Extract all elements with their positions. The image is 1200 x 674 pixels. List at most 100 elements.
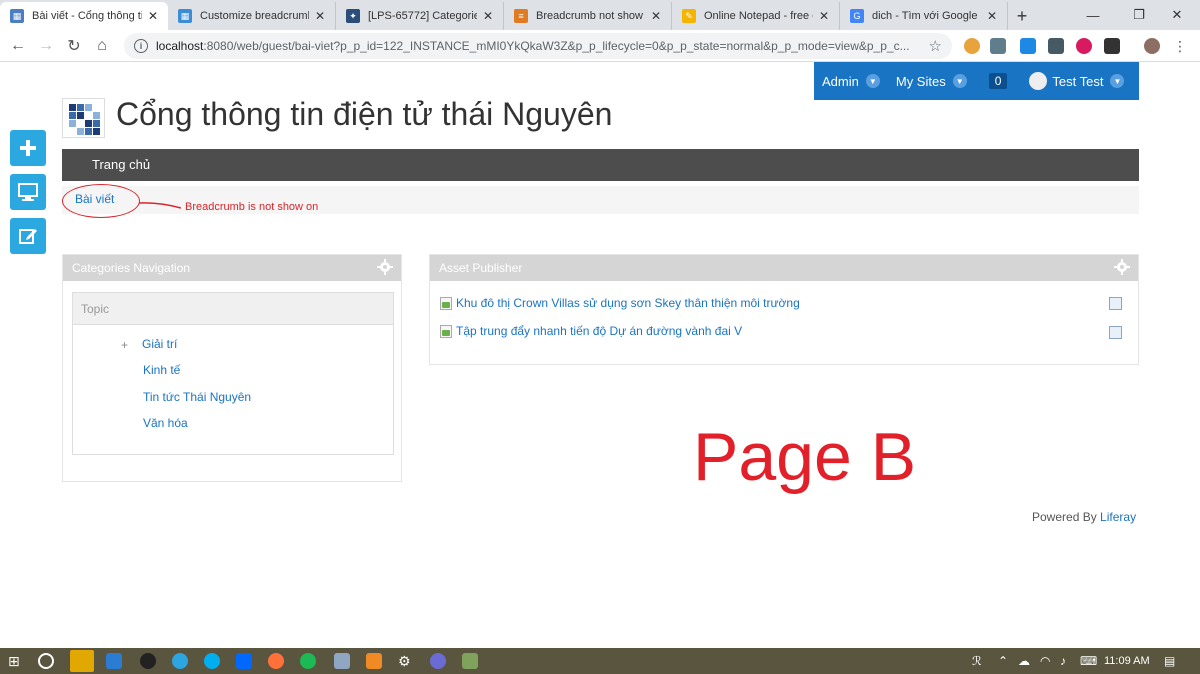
monitor-icon (18, 183, 38, 201)
liferay-link[interactable]: Liferay (1100, 510, 1136, 524)
expand-plus-icon[interactable]: + (121, 338, 128, 352)
new-tab-button[interactable]: + (1008, 2, 1036, 30)
user-avatar (1029, 72, 1048, 90)
jira-favicon-icon: ✦ (346, 9, 360, 23)
browser-tab-strip: ▦ Bài viết - Cổng thông ti ✕ ▦ Customize… (0, 0, 1200, 30)
tab-title: dich - Tìm với Google (872, 10, 978, 22)
vscode-taskbar-icon[interactable] (106, 653, 122, 669)
close-window-icon[interactable]: ✕ (1154, 0, 1200, 30)
spotify-taskbar-icon[interactable] (300, 653, 316, 669)
my-sites-menu[interactable]: My Sites ▼ (888, 74, 975, 89)
address-bar[interactable]: i localhost:8080/web/guest/bai-viet?p_p_… (124, 33, 952, 59)
onedrive-cloud-icon[interactable]: ☁ (1018, 654, 1030, 668)
close-icon[interactable]: ✕ (313, 9, 327, 23)
cookie-extension-icon[interactable] (964, 38, 980, 54)
category-item-tin-tuc-thai-nguyen[interactable]: Tin tức Thái Nguyên (143, 390, 251, 404)
powered-by-footer: Powered By Liferay (1032, 510, 1137, 524)
close-icon[interactable]: ✕ (985, 9, 999, 23)
tab-google-search[interactable]: G dich - Tìm với Google ✕ (840, 2, 1008, 30)
site-favicon-icon: ▦ (10, 9, 24, 23)
category-item-van-hoa[interactable]: Văn hóa (143, 416, 188, 430)
photos-taskbar-icon[interactable] (334, 653, 350, 669)
reload-icon[interactable]: ↻ (60, 32, 88, 60)
page-label-annotation: Page B (693, 419, 917, 495)
gear-icon[interactable] (377, 259, 393, 275)
skype-taskbar-icon[interactable] (204, 653, 220, 669)
shield-extension-icon[interactable] (1048, 38, 1064, 54)
liferay-admin-bar: Admin ▼ My Sites ▼ 0 Test Test ▼ (814, 62, 1139, 100)
xampp-taskbar-icon[interactable] (366, 653, 382, 669)
tab-title: [LPS-65772] Categorie (368, 10, 477, 22)
gear-icon[interactable] (1114, 259, 1130, 275)
edit-asset-icon[interactable] (1109, 326, 1122, 339)
drop-extension-icon[interactable] (1020, 38, 1036, 54)
settings-gear-icon[interactable]: ⚙ (398, 653, 414, 669)
language-icon[interactable]: ⌨ (1080, 654, 1097, 668)
unity-taskbar-icon[interactable] (140, 653, 156, 669)
site-logo[interactable] (62, 98, 105, 138)
chevron-up-icon[interactable]: ⌃ (998, 654, 1008, 668)
tab-customize-breadcrumb[interactable]: ▦ Customize breadcrumb ✕ (168, 2, 336, 30)
document-icon (440, 296, 452, 310)
app-taskbar-icon[interactable] (462, 653, 478, 669)
eclipse-taskbar-icon[interactable] (430, 653, 446, 669)
volume-icon[interactable]: ♪ (1060, 654, 1066, 668)
back-arrow-icon[interactable]: ← (4, 32, 32, 60)
tab-bai-viet[interactable]: ▦ Bài viết - Cổng thông ti ✕ (0, 2, 168, 30)
browser-toolbar: ← → ↻ ⌂ i localhost:8080/web/guest/bai-v… (0, 30, 1200, 62)
zalo-taskbar-icon[interactable] (236, 653, 252, 669)
main-navigation: Trang chủ (62, 149, 1139, 181)
windows-taskbar: ⊞ ⚙ ℛ ⌃ ☁ ◠ ♪ ⌨ 11:09 AM ▤ (0, 648, 1200, 674)
wifi-icon[interactable]: ◠ (1040, 654, 1050, 668)
cortana-icon[interactable] (38, 653, 54, 669)
asset-entry[interactable]: Tập trung đẩy nhanh tiến độ Dự án đường … (440, 324, 742, 338)
windows-start-icon[interactable]: ⊞ (8, 653, 24, 669)
notification-count-badge[interactable]: 0 (988, 73, 1008, 89)
menu-kebab-icon[interactable]: ⋮ (1172, 38, 1188, 54)
home-icon[interactable]: ⌂ (88, 32, 116, 60)
telegram-taskbar-icon[interactable] (172, 653, 188, 669)
topic-header[interactable]: Topic (73, 293, 393, 325)
asset-entry[interactable]: Khu đô thị Crown Villas sử dụng sơn Skey… (440, 296, 800, 310)
tab-lps-65772[interactable]: ✦ [LPS-65772] Categorie ✕ (336, 2, 504, 30)
cast-extension-icon[interactable] (1104, 38, 1120, 54)
user-menu[interactable]: Test Test ▼ (1021, 72, 1132, 90)
tab-title: Online Notepad - free o (704, 10, 813, 22)
edit-pencil-icon (19, 229, 37, 244)
tab-online-notepad[interactable]: ✎ Online Notepad - free o ✕ (672, 2, 840, 30)
system-clock[interactable]: 11:09 AM (1104, 655, 1150, 667)
edit-asset-icon[interactable] (1109, 297, 1122, 310)
admin-menu[interactable]: Admin ▼ (814, 74, 888, 89)
category-item-kinh-te[interactable]: Kinh tế (143, 363, 180, 377)
notepad-favicon-icon: ✎ (682, 9, 696, 23)
notification-center-icon[interactable]: ▤ (1164, 654, 1175, 668)
close-icon[interactable]: ✕ (146, 9, 160, 23)
edit-controls-button[interactable] (10, 218, 46, 254)
site-title: Cổng thông tin điện tử thái Nguyên (116, 96, 613, 132)
topic-panel: Topic (72, 292, 394, 455)
moon-extension-icon[interactable] (1076, 38, 1092, 54)
nav-item-home[interactable]: Trang chủ (92, 157, 150, 172)
add-button[interactable] (10, 130, 46, 166)
close-icon[interactable]: ✕ (649, 9, 663, 23)
people-icon[interactable]: ℛ (972, 654, 982, 668)
annotation-circle (62, 184, 140, 218)
1pm-extension-icon[interactable] (990, 38, 1006, 54)
stackoverflow-favicon-icon: ≡ (514, 9, 528, 23)
tab-title: Bài viết - Cổng thông ti (32, 10, 142, 22)
close-icon[interactable]: ✕ (817, 9, 831, 23)
tab-breadcrumb-not-show[interactable]: ≡ Breadcrumb not show o ✕ (504, 2, 672, 30)
category-item-giai-tri[interactable]: Giải trí (142, 337, 177, 351)
forward-arrow-icon[interactable]: → (32, 32, 60, 60)
annotation-line (139, 202, 181, 209)
info-icon[interactable]: i (134, 39, 148, 53)
bookmark-star-icon[interactable]: ☆ (929, 37, 942, 55)
close-icon[interactable]: ✕ (481, 9, 495, 23)
profile-avatar-icon[interactable] (1144, 38, 1160, 54)
chrome-taskbar-icon[interactable] (70, 650, 94, 672)
asset-publisher-portlet: Asset Publisher Khu đô thị Crown Villas … (429, 254, 1139, 365)
preview-button[interactable] (10, 174, 46, 210)
minimize-icon[interactable]: — (1070, 0, 1116, 30)
firefox-taskbar-icon[interactable] (268, 653, 284, 669)
google-favicon-icon: G (850, 9, 864, 23)
